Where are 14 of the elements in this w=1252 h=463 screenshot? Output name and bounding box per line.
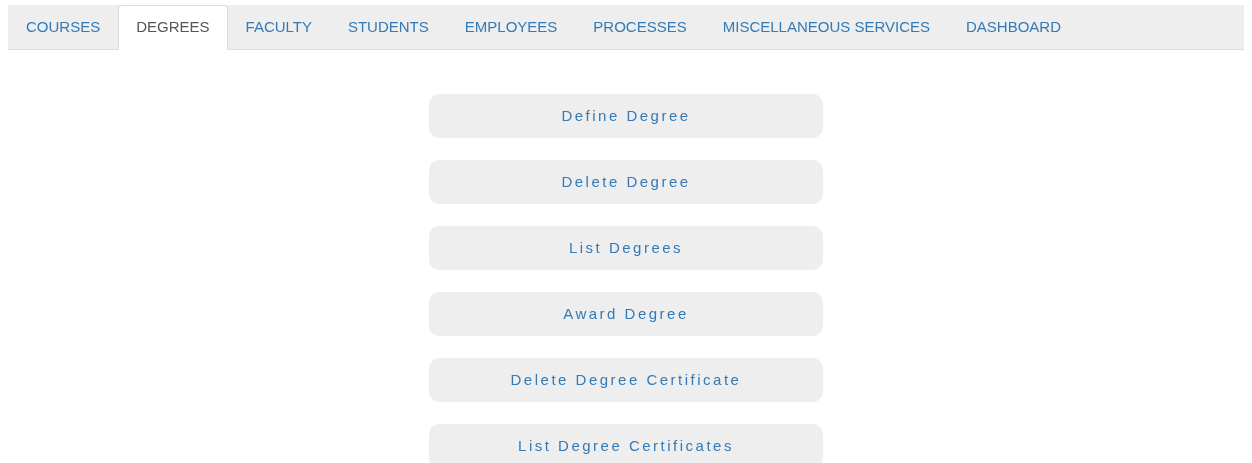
action-button[interactable]: List Degrees (429, 226, 823, 270)
nav-tab[interactable]: DEGREES (118, 5, 228, 50)
nav-tab[interactable]: FACULTY (227, 5, 330, 49)
nav-tab[interactable]: DASHBOARD (948, 5, 1080, 49)
nav-tab[interactable]: COURSES (8, 5, 119, 49)
nav-tab[interactable]: PROCESSES (575, 5, 705, 49)
nav-tab[interactable]: MISCELLANEOUS SERVICES (704, 5, 948, 49)
action-button[interactable]: Define Degree (429, 94, 823, 138)
nav-tab[interactable]: EMPLOYEES (446, 5, 576, 49)
nav-tab[interactable]: STUDENTS (329, 5, 447, 49)
action-button[interactable]: Delete Degree Certificate (429, 358, 823, 402)
action-button[interactable]: List Degree Certificates (429, 424, 823, 463)
action-button[interactable]: Award Degree (429, 292, 823, 336)
action-button[interactable]: Delete Degree (429, 160, 823, 204)
